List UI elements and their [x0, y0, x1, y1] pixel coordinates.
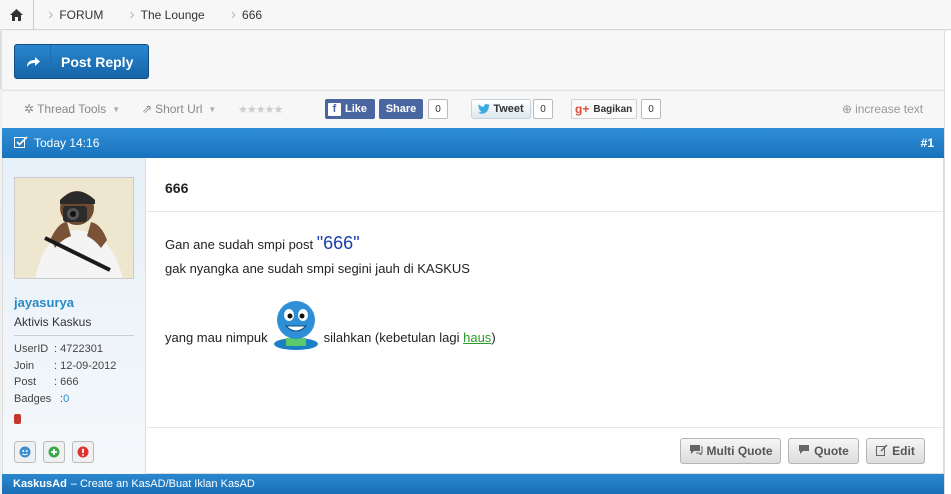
facebook-share-button[interactable]: Share [379, 99, 423, 119]
scrollbar-track[interactable] [944, 31, 951, 494]
chevron-right-icon: › [129, 5, 135, 23]
message-text: yang mau nimpuk [165, 330, 268, 345]
haus-link[interactable]: haus [463, 330, 491, 345]
twitter-bird-icon [478, 104, 491, 114]
message-line-3: yang mau nimpuk silahkan (kebetulan lagi… [165, 300, 496, 350]
breadcrumb-label: 666 [242, 7, 263, 22]
google-plus-share-button[interactable]: g+ Bagikan [571, 99, 637, 119]
thread-toolbar: ✲ Thread Tools ▼ ⇗ Short Url ▼ ★★★★★ f L… [2, 90, 947, 128]
username-link[interactable]: jayasurya [14, 295, 74, 310]
kaskusad-link[interactable]: – Create an KasAD/Buat Iklan KasAD [71, 478, 255, 490]
message-highlight: "666" [316, 233, 360, 253]
divider [147, 427, 943, 428]
edit-icon [876, 443, 888, 459]
short-url-label: Short Url [155, 102, 203, 116]
facebook-like-label: Like [345, 103, 368, 115]
user-icon [19, 446, 31, 458]
caret-down-icon: ▼ [112, 104, 121, 114]
kaskusad-bar: KaskusAd – Create an KasAD/Buat Iklan Ka… [2, 474, 944, 494]
multi-quote-button[interactable]: Multi Quote [680, 438, 781, 464]
post-reply-button[interactable]: Post Reply [14, 44, 149, 79]
info-value: : 666 [54, 376, 79, 388]
user-info-post: Post : 666 [14, 376, 78, 388]
message-line-1: Gan ane sudah smpi post "666" [165, 233, 360, 254]
facebook-share-label: Share [385, 103, 417, 115]
google-plus-icon: g+ [575, 102, 590, 116]
info-key: Join [14, 360, 35, 372]
tweet-count: 0 [533, 99, 553, 119]
google-plus-label: Bagikan [593, 103, 633, 115]
user-info-userid: UserID : 4722301 [14, 343, 103, 355]
edit-button[interactable]: Edit [866, 438, 925, 464]
zoom-icon: ⊕ [842, 102, 853, 116]
speech-bubble-icon [798, 444, 810, 458]
chevron-right-icon: › [230, 5, 237, 23]
gear-icon: ✲ [24, 102, 35, 116]
kaskusad-brand[interactable]: KaskusAd [13, 478, 67, 490]
reputation-badge [14, 414, 21, 424]
chevron-right-icon: › [48, 5, 54, 23]
caret-down-icon: ▼ [208, 104, 217, 114]
message-text: Gan ane sudah smpi post [165, 237, 317, 252]
avatar[interactable] [14, 177, 134, 279]
quote-label: Quote [814, 444, 849, 458]
google-plus-count: 0 [641, 99, 661, 119]
info-key: Post [14, 376, 37, 388]
add-friend-button[interactable] [43, 441, 65, 463]
facebook-share-count: 0 [428, 99, 448, 119]
info-value: : 4722301 [54, 343, 103, 355]
post-title: 666 [165, 180, 189, 196]
add-icon [48, 446, 60, 458]
home-icon[interactable] [0, 0, 34, 30]
facebook-icon: f [328, 102, 341, 116]
thread-tools-dropdown[interactable]: ✲ Thread Tools ▼ [24, 102, 120, 116]
user-title: Aktivis Kaskus [14, 315, 92, 329]
user-info-join: Join : 12-09-2012 [14, 360, 116, 372]
rating-stars[interactable]: ★★★★★ [238, 103, 283, 116]
post-header-bar: Today 14:16 #1 [2, 128, 944, 158]
breadcrumb-the-lounge[interactable]: › The Lounge [115, 0, 216, 30]
user-sidebar: jayasurya Aktivis Kaskus UserID : 4722301… [3, 158, 146, 474]
info-key: Badges [14, 393, 52, 405]
post-timestamp: Today 14:16 [34, 136, 100, 150]
info-value: : 12-09-2012 [54, 360, 117, 372]
message-text: silahkan (kebetulan lagi [323, 330, 464, 345]
smiley-emoticon-icon [272, 300, 320, 350]
breadcrumb-forum[interactable]: › FORUM [34, 0, 115, 30]
badges-count-link[interactable]: 0 [63, 393, 69, 405]
user-info-badges: Badges: 0 [14, 393, 69, 405]
edit-label: Edit [892, 444, 915, 458]
post-number-link[interactable]: #1 [921, 136, 934, 150]
breadcrumb-current: › 666 [217, 0, 274, 30]
breadcrumb-label: The Lounge [140, 7, 205, 22]
divider [14, 335, 134, 336]
speech-bubble-icon [689, 444, 703, 458]
profile-button[interactable] [14, 441, 36, 463]
post-content: 666 Gan ane sudah smpi post "666" gak ny… [147, 158, 943, 474]
share-icon: ⇗ [142, 102, 153, 116]
post: jayasurya Aktivis Kaskus UserID : 4722301… [2, 158, 944, 474]
checkbox-icon[interactable] [14, 135, 28, 151]
info-key: UserID [14, 343, 49, 355]
divider [147, 211, 943, 212]
alert-icon [77, 446, 89, 458]
tweet-label: Tweet [493, 103, 524, 115]
report-button[interactable] [72, 441, 94, 463]
message-line-2: gak nyangka ane sudah smpi segini jauh d… [165, 261, 470, 276]
reply-arrow-icon [15, 45, 51, 78]
breadcrumb-label: FORUM [59, 7, 104, 22]
message-text: ) [491, 330, 496, 345]
increase-text-label: increase text [855, 102, 924, 116]
multi-quote-label: Multi Quote [706, 444, 773, 458]
thread-tools-label: Thread Tools [37, 102, 107, 116]
breadcrumb: › FORUM › The Lounge › 666 [0, 0, 951, 30]
tweet-button[interactable]: Tweet [471, 99, 531, 119]
increase-text-button[interactable]: ⊕ increase text [842, 102, 923, 116]
facebook-like-button[interactable]: f Like [325, 99, 375, 119]
quote-button[interactable]: Quote [788, 438, 859, 464]
thread-header: Post Reply [0, 31, 951, 89]
post-reply-label: Post Reply [61, 53, 134, 70]
short-url-dropdown[interactable]: ⇗ Short Url ▼ [142, 102, 216, 116]
